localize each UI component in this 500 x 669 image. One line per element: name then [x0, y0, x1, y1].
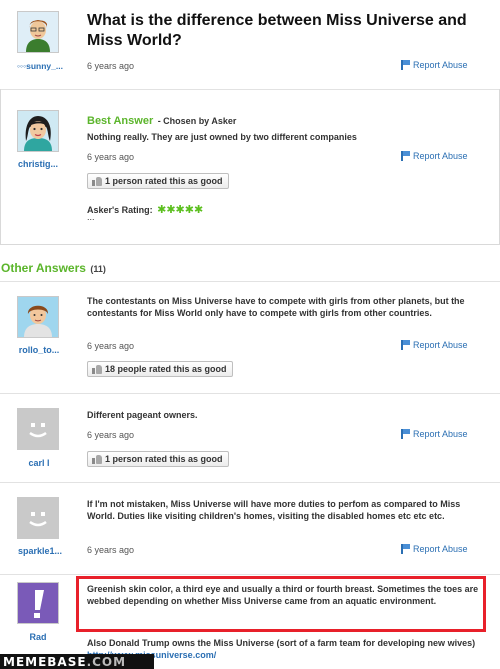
answer-username[interactable]: rollo_to... [10, 345, 68, 355]
answer-text-2: Also Donald Trump owns the Miss Universe… [87, 638, 476, 648]
divider [0, 482, 500, 483]
other-answers-count: (11) [90, 264, 106, 274]
best-answer-heading: Best Answer [87, 115, 154, 127]
answer-time: 6 years ago [87, 545, 135, 555]
askers-rating-label: Asker's Rating: [87, 205, 153, 215]
report-abuse-label: Report Abuse [413, 60, 468, 70]
avatar-default-smiley-icon [18, 409, 58, 449]
best-answer-left-border [0, 89, 1, 244]
answer-time: 6 years ago [87, 341, 135, 351]
avatar-exclamation-icon [18, 583, 58, 623]
answer-report-abuse-link[interactable]: Report Abuse [401, 340, 468, 350]
divider [0, 574, 500, 575]
best-answer-time: 6 years ago [87, 152, 135, 162]
best-answer-username[interactable]: christig... [12, 159, 64, 169]
answer-username[interactable]: Rad [18, 632, 58, 642]
report-abuse-label: Report Abuse [413, 151, 468, 161]
answer-report-abuse-link[interactable]: Report Abuse [401, 429, 468, 439]
avatar-christig-image [18, 111, 58, 151]
avatar-rollo-image [18, 297, 58, 337]
avatar-asker-image [18, 12, 58, 52]
report-abuse-label: Report Abuse [413, 429, 468, 439]
avatar-carl[interactable] [17, 408, 59, 450]
answer-time: 6 years ago [87, 430, 135, 440]
avatar-rollo[interactable] [17, 296, 59, 338]
report-abuse-label: Report Abuse [413, 544, 468, 554]
askers-rating-stars: ✱✱✱✱✱ [157, 204, 204, 216]
rated-good-label: 18 people rated this as good [105, 364, 227, 374]
avatar-default-smiley-icon [18, 498, 58, 538]
thumbs-up-icon [92, 454, 102, 464]
answer-username[interactable]: carl l [10, 458, 68, 468]
divider [0, 281, 500, 282]
best-answer-text: Nothing really. They are just owned by t… [87, 132, 357, 142]
watermark-right: .COM [86, 654, 127, 669]
flag-icon [401, 544, 410, 554]
thumbs-up-icon [92, 176, 102, 186]
avatar-rad[interactable] [17, 582, 59, 624]
answer-text: Different pageant owners. [87, 410, 198, 420]
flag-icon [401, 429, 410, 439]
thumbs-up-icon [92, 364, 102, 374]
avatar-christig[interactable] [17, 110, 59, 152]
divider [0, 89, 500, 90]
other-answers-heading: Other Answers [1, 261, 86, 275]
answer-text: If I'm not mistaken, Miss Universe will … [87, 499, 461, 521]
best-answer-report-abuse-link[interactable]: Report Abuse [401, 151, 468, 161]
flag-icon [401, 151, 410, 161]
question-report-abuse-link[interactable]: Report Abuse [401, 60, 468, 70]
best-answer-heading-row: Best Answer - Chosen by Asker [87, 111, 236, 129]
rated-good-button[interactable]: 18 people rated this as good [87, 361, 233, 377]
answer-text: Greenish skin color, a third eye and usu… [87, 584, 479, 606]
asker-username[interactable]: ◦◦◦sunny_... [10, 61, 70, 71]
other-answers-heading-row: Other Answers (11) [1, 259, 106, 277]
answer-username[interactable]: sparkle1... [8, 546, 72, 556]
rated-good-label: 1 person rated this as good [105, 176, 223, 186]
askers-rating-ellipsis: ... [87, 212, 95, 222]
memebase-watermark: MEMEBASE .COM [0, 654, 154, 669]
report-abuse-label: Report Abuse [413, 340, 468, 350]
flag-icon [401, 60, 410, 70]
avatar-sparkle[interactable] [17, 497, 59, 539]
answer-report-abuse-link[interactable]: Report Abuse [401, 544, 468, 554]
question-title: What is the difference between Miss Univ… [87, 12, 467, 49]
rated-good-button[interactable]: 1 person rated this as good [87, 451, 229, 467]
chosen-by-asker-label: - Chosen by Asker [157, 116, 237, 126]
rated-good-button[interactable]: 1 person rated this as good [87, 173, 229, 189]
askers-rating-row: Asker's Rating: ✱✱✱✱✱ [87, 200, 203, 218]
answer-text: The contestants on Miss Universe have to… [87, 296, 465, 318]
question-time: 6 years ago [87, 61, 135, 71]
rated-good-label: 1 person rated this as good [105, 454, 223, 464]
avatar-asker[interactable] [17, 11, 59, 53]
divider [0, 393, 500, 394]
watermark-left: MEMEBASE [3, 654, 87, 669]
flag-icon [401, 340, 410, 350]
divider [0, 244, 500, 245]
